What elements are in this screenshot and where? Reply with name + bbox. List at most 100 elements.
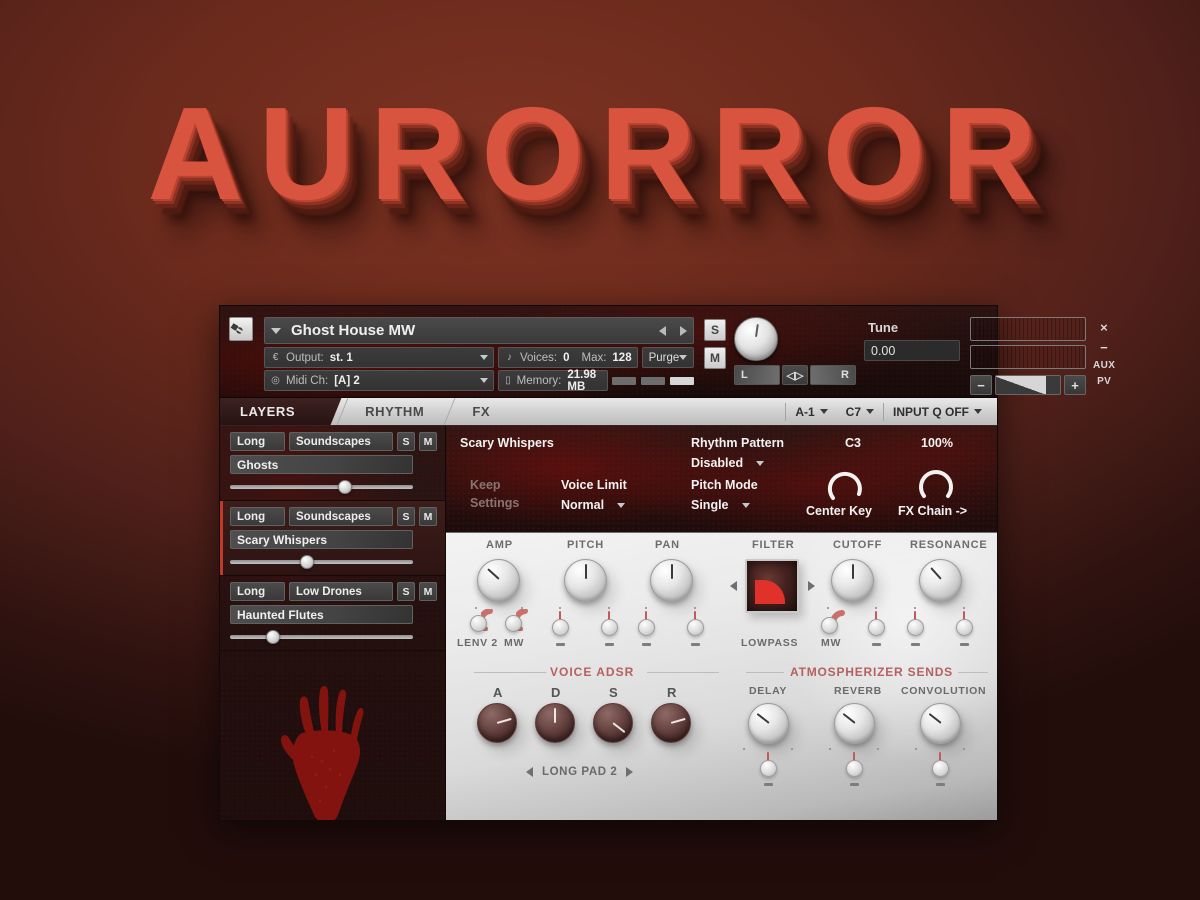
fx-chain-knob[interactable]: [916, 464, 958, 506]
layer-solo-button[interactable]: S: [397, 582, 415, 601]
pan-mod2-knob[interactable]: [687, 619, 704, 636]
center-key-knob[interactable]: [825, 464, 867, 506]
adsr-a-knob[interactable]: [477, 703, 517, 743]
chevron-down-icon[interactable]: [974, 409, 982, 414]
layer-length[interactable]: Long: [230, 507, 285, 526]
chevron-down-icon[interactable]: [679, 355, 688, 360]
prev-preset-icon[interactable]: [526, 767, 533, 777]
next-preset-icon[interactable]: [680, 325, 687, 336]
pv-button[interactable]: PV: [1097, 376, 1111, 387]
list-item[interactable]: Long Low Drones S M Haunted Flutes: [220, 576, 445, 651]
volume-control[interactable]: − +: [970, 375, 1086, 395]
convolution-mod-knob[interactable]: [932, 760, 949, 777]
chevron-down-icon[interactable]: [756, 460, 765, 466]
layer-length[interactable]: Long: [230, 582, 285, 601]
tune-value[interactable]: 0.00: [864, 340, 960, 361]
chevron-down-icon[interactable]: [617, 502, 626, 508]
wrench-icon[interactable]: [229, 317, 253, 341]
layer-name[interactable]: Ghosts: [230, 455, 413, 474]
layer-category[interactable]: Low Drones: [289, 582, 393, 601]
solo-button[interactable]: S: [704, 319, 726, 341]
purge-button[interactable]: Purge: [641, 347, 695, 368]
pitch-mod1-knob[interactable]: [552, 619, 569, 636]
slider-thumb[interactable]: [266, 630, 280, 644]
convolution-knob[interactable]: [920, 703, 961, 744]
next-preset-icon[interactable]: [626, 767, 634, 777]
layer-volume-slider[interactable]: [230, 555, 413, 569]
layer-solo-button[interactable]: S: [397, 432, 415, 451]
midi-channel-row[interactable]: ◎ Midi Ch: [A] 2: [264, 370, 494, 391]
slider-thumb[interactable]: [300, 555, 314, 569]
volume-slider[interactable]: [995, 375, 1061, 395]
layer-length[interactable]: Long: [230, 432, 285, 451]
prev-preset-icon[interactable]: [659, 325, 666, 336]
chevron-down-icon[interactable]: [741, 502, 750, 508]
amp-knob[interactable]: [477, 559, 520, 602]
adsr-r-knob[interactable]: [651, 703, 691, 743]
adsr-d-knob[interactable]: [535, 703, 575, 743]
key-range-low[interactable]: A-1: [785, 402, 836, 421]
tab-rhythm[interactable]: RHYTHM: [345, 398, 452, 425]
chevron-down-icon[interactable]: [819, 409, 828, 414]
adsr-preset-selector[interactable]: LONG PAD 2: [526, 766, 634, 778]
filter-prev-icon[interactable]: [730, 581, 737, 591]
chevron-down-icon[interactable]: [480, 355, 488, 360]
keep-settings-line1[interactable]: Keep: [470, 478, 501, 492]
pitch-mode-select[interactable]: Single: [691, 498, 750, 512]
reverb-mod-knob[interactable]: [846, 760, 863, 777]
output-row[interactable]: € Output: st. 1: [264, 347, 494, 368]
list-item[interactable]: Long Soundscapes S M Ghosts: [220, 426, 445, 501]
layer-solo-button[interactable]: S: [397, 507, 415, 526]
reverb-knob[interactable]: [834, 703, 875, 744]
chevron-down-icon[interactable]: [271, 327, 281, 334]
pan-knob[interactable]: [650, 559, 693, 602]
resonance-knob[interactable]: [919, 559, 962, 602]
key-range-high[interactable]: C7: [837, 403, 883, 421]
mute-button[interactable]: M: [704, 347, 726, 369]
layer-volume-slider[interactable]: [230, 480, 413, 494]
layer-name[interactable]: Haunted Flutes: [230, 605, 413, 624]
minimize-button[interactable]: −: [1100, 340, 1108, 355]
resonance-mod1-knob[interactable]: [907, 619, 924, 636]
tab-layers[interactable]: LAYERS: [220, 398, 324, 425]
volume-increase-button[interactable]: +: [1064, 375, 1086, 395]
filter-type-display[interactable]: [745, 559, 799, 613]
pan-center-handle[interactable]: ◁▷: [782, 365, 808, 385]
layer-mute-button[interactable]: M: [419, 582, 437, 601]
layer-category[interactable]: Soundscapes: [289, 507, 393, 526]
pan-slider[interactable]: L ◁▷ R: [734, 365, 856, 385]
layer-name[interactable]: Scary Whispers: [230, 530, 413, 549]
input-quantize[interactable]: INPUT Q OFF: [883, 402, 991, 421]
close-button[interactable]: ×: [1100, 320, 1108, 335]
slider-thumb[interactable]: [338, 480, 352, 494]
list-item[interactable]: Long Soundscapes S M Scary Whispers: [220, 501, 445, 576]
cutoff-mod1-knob[interactable]: [821, 617, 838, 634]
amp-mod2-knob[interactable]: [505, 615, 522, 632]
tab-fx[interactable]: FX: [452, 398, 518, 425]
layer-mute-button[interactable]: M: [419, 432, 437, 451]
layer-category[interactable]: Soundscapes: [289, 432, 393, 451]
filter-next-icon[interactable]: [808, 581, 815, 591]
delay-knob[interactable]: [748, 703, 789, 744]
chevron-down-icon[interactable]: [480, 378, 488, 383]
layer-volume-slider[interactable]: [230, 630, 413, 644]
instrument-name-row[interactable]: Ghost House MW: [264, 317, 694, 344]
cutoff-mod2-knob[interactable]: [868, 619, 885, 636]
pan-mod1-knob[interactable]: [638, 619, 655, 636]
sends-title: ATMOSPHERIZER SENDS: [790, 665, 953, 679]
pitch-mod2-knob[interactable]: [601, 619, 618, 636]
tune-knob[interactable]: [734, 317, 778, 361]
layer-mute-button[interactable]: M: [419, 507, 437, 526]
chevron-down-icon[interactable]: [866, 409, 874, 414]
voice-limit-select[interactable]: Normal: [561, 498, 626, 512]
aux-button[interactable]: AUX: [1093, 360, 1115, 371]
pitch-knob[interactable]: [564, 559, 607, 602]
rhythm-pattern-select[interactable]: Disabled: [691, 456, 765, 470]
amp-mod1-knob[interactable]: [470, 615, 487, 632]
volume-decrease-button[interactable]: −: [970, 375, 992, 395]
resonance-mod2-knob[interactable]: [956, 619, 973, 636]
keep-settings-line2[interactable]: Settings: [470, 496, 519, 510]
adsr-s-knob[interactable]: [593, 703, 633, 743]
delay-mod-knob[interactable]: [760, 760, 777, 777]
cutoff-knob[interactable]: [831, 559, 874, 602]
